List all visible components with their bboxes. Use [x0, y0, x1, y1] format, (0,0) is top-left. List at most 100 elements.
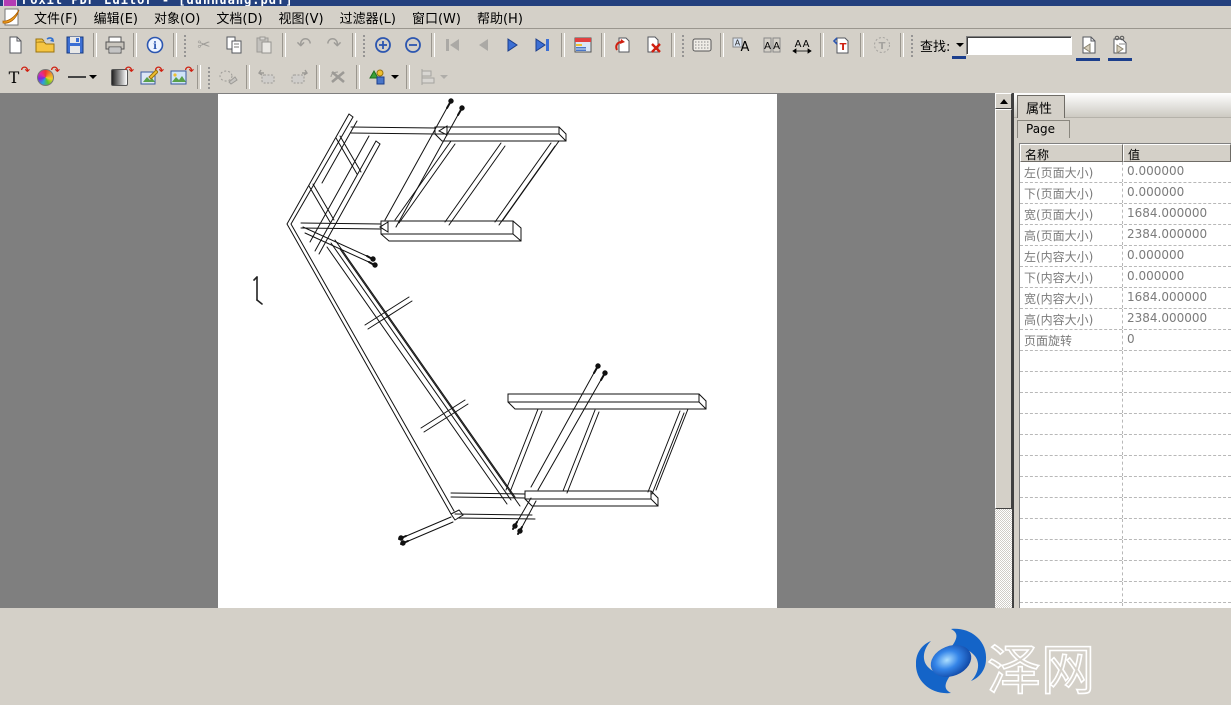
empty-value-cell [1123, 435, 1231, 455]
find-next-button[interactable] [1106, 33, 1134, 57]
find-input[interactable] [966, 36, 1072, 55]
new-button[interactable] [2, 33, 28, 57]
menu-item-3[interactable]: 文档(D) [208, 10, 270, 29]
paste-button[interactable] [251, 33, 277, 57]
edit-image-button[interactable]: ↷ [136, 65, 162, 89]
rotate-object-right-button[interactable] [285, 65, 311, 89]
add-shading-button[interactable]: ↷ [106, 65, 132, 89]
property-row-3[interactable]: 高(页面大小)2384.000000 [1020, 225, 1231, 246]
empty-name-cell [1020, 393, 1123, 413]
empty-row [1020, 603, 1231, 608]
property-row-4[interactable]: 左(内容大小)0.000000 [1020, 246, 1231, 267]
undo-button[interactable]: ↶ [291, 33, 317, 57]
watermark-text: 泽网 [987, 639, 1095, 701]
empty-name-cell [1020, 456, 1123, 476]
empty-name-cell [1020, 519, 1123, 539]
save-button[interactable] [62, 33, 88, 57]
svg-text:A: A [764, 41, 771, 52]
cut-button[interactable]: ✂ [191, 33, 217, 57]
properties-panel: 属性 Page 名称 值 左(页面大小)0.000000下(页面大小)0.000… [1012, 93, 1231, 608]
line-style-button[interactable] [62, 65, 102, 89]
pdf-page[interactable] [218, 94, 777, 608]
empty-row [1020, 477, 1231, 498]
menu-item-7[interactable]: 帮助(H) [469, 10, 531, 29]
font-button[interactable]: AA [729, 33, 755, 57]
menu-item-4[interactable]: 视图(V) [271, 10, 332, 29]
copy-button[interactable] [221, 33, 247, 57]
lasso-select-button[interactable] [215, 65, 241, 89]
document-menu-icon[interactable] [2, 8, 22, 26]
property-name: 高(内容大小) [1020, 309, 1123, 329]
property-row-5[interactable]: 下(内容大小)0.000000 [1020, 267, 1231, 288]
scrollbar-thumb[interactable] [995, 109, 1012, 509]
property-row-8[interactable]: 页面旋转0 [1020, 330, 1231, 351]
next-page-button[interactable] [500, 33, 526, 57]
property-row-2[interactable]: 宽(页面大小)1684.000000 [1020, 204, 1231, 225]
column-header-name[interactable]: 名称 [1020, 144, 1123, 162]
menu-item-2[interactable]: 对象(O) [146, 10, 208, 29]
redo-button[interactable]: ↷ [321, 33, 347, 57]
table-header-row: 名称 值 [1020, 144, 1231, 162]
watermark: 泽网 [915, 621, 1115, 701]
empty-value-cell [1123, 582, 1231, 602]
align-objects-button[interactable] [415, 65, 451, 89]
font-pair-button[interactable]: AA [759, 33, 785, 57]
property-row-1[interactable]: 下(页面大小)0.000000 [1020, 183, 1231, 204]
font-spacing-button[interactable]: AA [789, 33, 815, 57]
tab-page[interactable]: Page [1017, 120, 1070, 138]
print-button[interactable] [102, 33, 128, 57]
main-area: 属性 Page 名称 值 左(页面大小)0.000000下(页面大小)0.000… [0, 93, 1231, 608]
virtual-keyboard-button[interactable] [689, 33, 715, 57]
scroll-up-button[interactable] [995, 93, 1012, 109]
cable-tray-drawing [218, 94, 777, 608]
empty-name-cell [1020, 435, 1123, 455]
empty-value-cell [1123, 540, 1231, 560]
property-value: 0.000000 [1123, 183, 1231, 203]
empty-value-cell [1123, 603, 1231, 608]
vertical-scrollbar[interactable] [995, 93, 1012, 608]
document-info-button[interactable]: i [142, 33, 168, 57]
find-dropdown-icon[interactable] [956, 43, 964, 47]
svg-text:A: A [773, 41, 780, 52]
svg-text:T: T [9, 68, 20, 86]
empty-value-cell [1123, 498, 1231, 518]
find-previous-button[interactable] [1074, 33, 1102, 57]
rotate-object-left-button[interactable] [255, 65, 281, 89]
property-row-0[interactable]: 左(页面大小)0.000000 [1020, 162, 1231, 183]
zoom-out-button[interactable] [400, 33, 426, 57]
first-page-button[interactable] [440, 33, 466, 57]
table-body: 左(页面大小)0.000000下(页面大小)0.000000宽(页面大小)168… [1020, 162, 1231, 608]
add-color-object-button[interactable]: ↷ [32, 65, 58, 89]
column-header-value[interactable]: 值 [1123, 144, 1231, 162]
open-button[interactable] [32, 33, 58, 57]
previous-page-button[interactable] [470, 33, 496, 57]
document-canvas[interactable] [0, 93, 995, 608]
empty-name-cell [1020, 498, 1123, 518]
empty-value-cell [1123, 372, 1231, 392]
property-row-7[interactable]: 高(内容大小)2384.000000 [1020, 309, 1231, 330]
delete-page-button[interactable] [640, 33, 666, 57]
last-page-button[interactable] [530, 33, 556, 57]
menu-item-6[interactable]: 窗口(W) [404, 10, 469, 29]
menu-item-1[interactable]: 编辑(E) [86, 10, 146, 29]
add-image-button[interactable]: ↷ [166, 65, 192, 89]
delete-object-button[interactable] [325, 65, 351, 89]
empty-row [1020, 498, 1231, 519]
insert-page-button[interactable] [610, 33, 636, 57]
add-text-button[interactable]: T [829, 33, 855, 57]
add-text-object-button[interactable]: T↷ [2, 65, 28, 89]
page-layout-button[interactable] [570, 33, 596, 57]
panel-header: 属性 [1014, 93, 1231, 118]
property-name: 左(页面大小) [1020, 162, 1123, 182]
property-row-6[interactable]: 宽(内容大小)1684.000000 [1020, 288, 1231, 309]
text-cursor-mode-button[interactable]: T [869, 33, 895, 57]
toolbar-standard: i ✂ ↶ ↷ AA AA AA T T 查找: [0, 29, 1231, 62]
menu-item-0[interactable]: 文件(F) [26, 10, 86, 29]
panel-title-tab[interactable]: 属性 [1017, 95, 1065, 120]
zoom-in-button[interactable] [370, 33, 396, 57]
find-label: 查找: [920, 36, 950, 55]
menu-item-5[interactable]: 过滤器(L) [332, 10, 404, 29]
insert-shape-button[interactable] [365, 65, 401, 89]
empty-row [1020, 456, 1231, 477]
empty-name-cell [1020, 414, 1123, 434]
